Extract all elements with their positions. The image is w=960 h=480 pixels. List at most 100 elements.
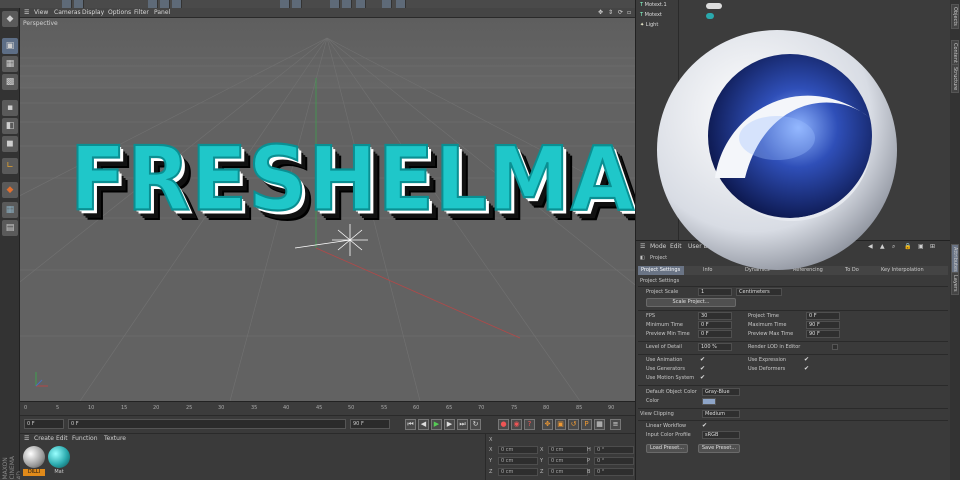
move-view-icon[interactable]: ✥	[598, 9, 603, 16]
start-frame-field[interactable]: 0 F	[24, 419, 64, 429]
load-preset-button[interactable]: Load Preset...	[646, 444, 688, 453]
snap-button[interactable]: ◆	[2, 182, 18, 198]
tab-layers[interactable]: Layers	[951, 272, 959, 295]
toolbar-button[interactable]	[148, 0, 158, 8]
current-frame-slider[interactable]: 0 F	[68, 419, 346, 429]
tab-attributes[interactable]: Attributes	[951, 244, 959, 275]
material-swatch[interactable]	[48, 446, 70, 468]
make-editable-button[interactable]: ◆	[2, 11, 18, 27]
default-color-select[interactable]: Gray-Blue	[702, 388, 740, 396]
scale-y-field[interactable]: 0 cm	[548, 457, 588, 465]
goto-start-button[interactable]: ⏮	[405, 419, 416, 430]
end-frame-field[interactable]: 90 F	[350, 419, 390, 429]
fps-field[interactable]: 30	[698, 312, 732, 320]
maximize-view-icon[interactable]: ▫	[627, 9, 631, 16]
rotate-view-icon[interactable]: ⟳	[618, 9, 623, 16]
tab-structure[interactable]: Structure	[951, 64, 959, 94]
autokey-button[interactable]: ◉	[511, 419, 522, 430]
points-mode-button[interactable]: ▪	[2, 100, 18, 116]
mat-menu-texture[interactable]: Texture	[104, 435, 126, 442]
position-y-field[interactable]: 0 cm	[498, 457, 538, 465]
loop-button[interactable]: ↻	[470, 419, 481, 430]
timeline-ruler[interactable]: 0 5 10 15 20 25 30 35 40 45 50 55 60 65 …	[20, 401, 635, 415]
model-mode-button[interactable]: ▣	[2, 38, 18, 54]
tab-objects[interactable]: Objects	[951, 4, 959, 29]
view-clipping-select[interactable]: Medium	[702, 410, 740, 418]
object-name[interactable]: Motext	[645, 12, 662, 18]
prev-frame-button[interactable]: ◀	[418, 419, 429, 430]
material-label[interactable]: Mat	[48, 469, 70, 476]
menu-filter[interactable]: Filter	[134, 9, 149, 16]
key-position-button[interactable]: ✥	[542, 419, 553, 430]
workplane-button[interactable]: ▩	[2, 74, 18, 90]
extruded-text-object[interactable]: FRESHELMAN	[69, 127, 705, 232]
key-pla-button[interactable]: ▦	[594, 419, 605, 430]
menu-options[interactable]: Options	[108, 9, 131, 16]
goto-end-button[interactable]: ⏭	[457, 419, 468, 430]
menu-panel[interactable]: Panel	[154, 9, 170, 16]
material-label[interactable]: DILLI	[23, 469, 45, 476]
project-scale-unit-select[interactable]: Centimeters	[736, 288, 782, 296]
toolbar-button[interactable]	[342, 0, 352, 8]
object-name[interactable]: Motext.1	[645, 2, 667, 8]
toolbar-button[interactable]	[382, 0, 392, 8]
texture-mode-button[interactable]: ▦	[2, 56, 18, 72]
toolbar-button[interactable]	[74, 0, 84, 8]
toolbar-button[interactable]	[172, 0, 182, 8]
toolbar-button[interactable]	[330, 0, 340, 8]
menu-view[interactable]: View	[34, 9, 48, 16]
toolbar-button[interactable]	[62, 0, 72, 8]
menu-cameras[interactable]: Cameras	[54, 9, 81, 16]
next-frame-button[interactable]: ▶	[444, 419, 455, 430]
use-generators-checkbox[interactable]: ✔	[700, 366, 706, 372]
position-x-field[interactable]: 0 cm	[498, 446, 538, 454]
play-button[interactable]: ▶	[431, 419, 442, 430]
rotation-p-field[interactable]: 0 °	[594, 457, 634, 465]
position-z-field[interactable]: 0 cm	[498, 468, 538, 476]
key-scale-button[interactable]: ▣	[555, 419, 566, 430]
color-swatch[interactable]	[702, 398, 716, 405]
toolbar-button[interactable]	[292, 0, 302, 8]
use-expression-checkbox[interactable]: ✔	[804, 357, 810, 363]
mat-menu-create[interactable]: Create	[34, 435, 54, 442]
axis-mode-button[interactable]: ∟	[2, 158, 18, 174]
mat-menu-edit[interactable]: Edit	[56, 435, 68, 442]
record-button[interactable]: ●	[498, 419, 509, 430]
input-profile-select[interactable]: sRGB	[702, 431, 740, 439]
attr-lock-icon[interactable]: 🔒	[904, 243, 911, 250]
zoom-view-icon[interactable]: ⇕	[608, 9, 613, 16]
rotation-b-field[interactable]: 0 °	[594, 468, 634, 476]
key-parameter-button[interactable]: P	[581, 419, 592, 430]
render-lod-checkbox[interactable]	[832, 344, 838, 350]
material-swatch[interactable]	[23, 446, 45, 468]
lock-workplane-button[interactable]: ▤	[2, 220, 18, 236]
object-row[interactable]: T Motext	[640, 12, 662, 20]
attr-new-icon[interactable]: ▣	[918, 243, 924, 250]
keyframe-selection-button[interactable]: ?	[524, 419, 535, 430]
attr-expand-icon[interactable]: ⊞	[930, 243, 935, 250]
edges-mode-button[interactable]: ◧	[2, 118, 18, 134]
polygons-mode-button[interactable]: ◼	[2, 136, 18, 152]
toolbar-button[interactable]	[396, 0, 406, 8]
mat-menu-function[interactable]: Function	[72, 435, 98, 442]
project-scale-field[interactable]: 1	[698, 288, 732, 296]
toolbar-button[interactable]	[280, 0, 290, 8]
rotation-h-field[interactable]: 0 °	[594, 446, 634, 454]
material-tag-icon[interactable]	[706, 13, 714, 19]
scale-project-button[interactable]: Scale Project...	[646, 298, 736, 307]
lod-field[interactable]: 100 %	[698, 343, 732, 351]
toolbar-button[interactable]	[160, 0, 170, 8]
menu-display[interactable]: Display	[82, 9, 104, 16]
preview-max-field[interactable]: 90 F	[806, 330, 840, 338]
toolbar-button[interactable]	[356, 0, 366, 8]
use-animation-checkbox[interactable]: ✔	[700, 357, 706, 363]
save-preset-button[interactable]: Save Preset...	[698, 444, 740, 453]
project-time-field[interactable]: 0 F	[806, 312, 840, 320]
key-rotation-button[interactable]: ↺	[568, 419, 579, 430]
timeline-menu-button[interactable]: ≡	[610, 419, 621, 430]
min-time-field[interactable]: 0 F	[698, 321, 732, 329]
scale-x-field[interactable]: 0 cm	[548, 446, 588, 454]
scale-z-field[interactable]: 0 cm	[548, 468, 588, 476]
grid-button[interactable]: ▦	[2, 202, 18, 218]
use-motion-checkbox[interactable]: ✔	[700, 375, 706, 381]
